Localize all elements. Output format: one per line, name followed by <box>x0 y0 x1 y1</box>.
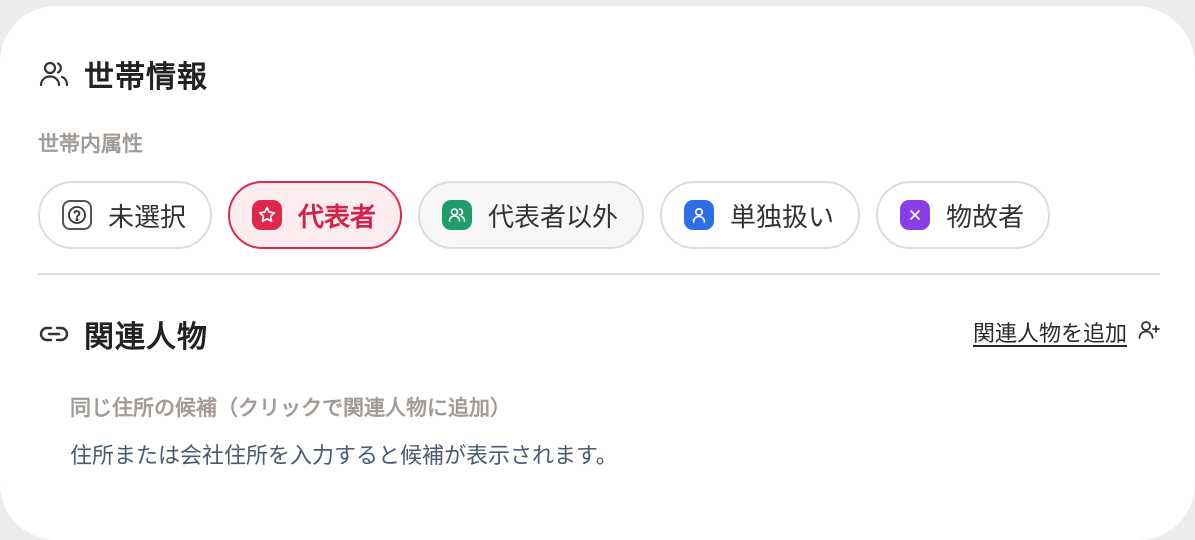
attribute-options: 未選択 代表者 代表者以外 単独扱い 物故者 <box>38 181 1051 249</box>
option-single[interactable]: 単独扱い <box>660 181 861 249</box>
users-icon <box>38 58 70 90</box>
option-label: 代表者以外 <box>488 202 619 233</box>
link-icon <box>38 318 70 350</box>
household-title: 世帯情報 <box>84 60 208 95</box>
household-card: 世帯情報 世帯内属性 未選択 代表者 代表者以外 単独扱い 物故者 関連人物 関… <box>0 6 1195 540</box>
related-title: 関連人物 <box>84 320 208 355</box>
close-icon <box>900 200 931 230</box>
attribute-label: 世帯内属性 <box>38 132 143 156</box>
empty-candidates-message: 住所または会社住所を入力すると候補が表示されます。 <box>70 444 618 469</box>
candidates-label: 同じ住所の候補（クリックで関連人物に追加） <box>70 396 511 420</box>
option-deceased[interactable]: 物故者 <box>876 181 1051 249</box>
user-plus-icon <box>1137 318 1161 346</box>
option-unselected[interactable]: 未選択 <box>38 181 213 249</box>
option-label: 未選択 <box>108 202 187 233</box>
section-divider <box>38 273 1160 275</box>
question-icon <box>62 200 92 230</box>
option-label: 代表者 <box>298 202 377 233</box>
user-icon <box>684 200 715 230</box>
add-related-label: 関連人物を追加 <box>972 322 1127 347</box>
users-icon <box>442 200 473 230</box>
option-label: 物故者 <box>946 202 1025 233</box>
add-related-person-link[interactable]: 関連人物を追加 <box>973 316 1161 348</box>
option-non-representative[interactable]: 代表者以外 <box>418 181 645 249</box>
option-representative[interactable]: 代表者 <box>228 181 403 249</box>
household-header: 世帯情報 <box>38 52 208 96</box>
related-header: 関連人物 <box>38 312 208 356</box>
star-icon <box>252 200 283 230</box>
option-label: 単独扱い <box>730 202 835 233</box>
